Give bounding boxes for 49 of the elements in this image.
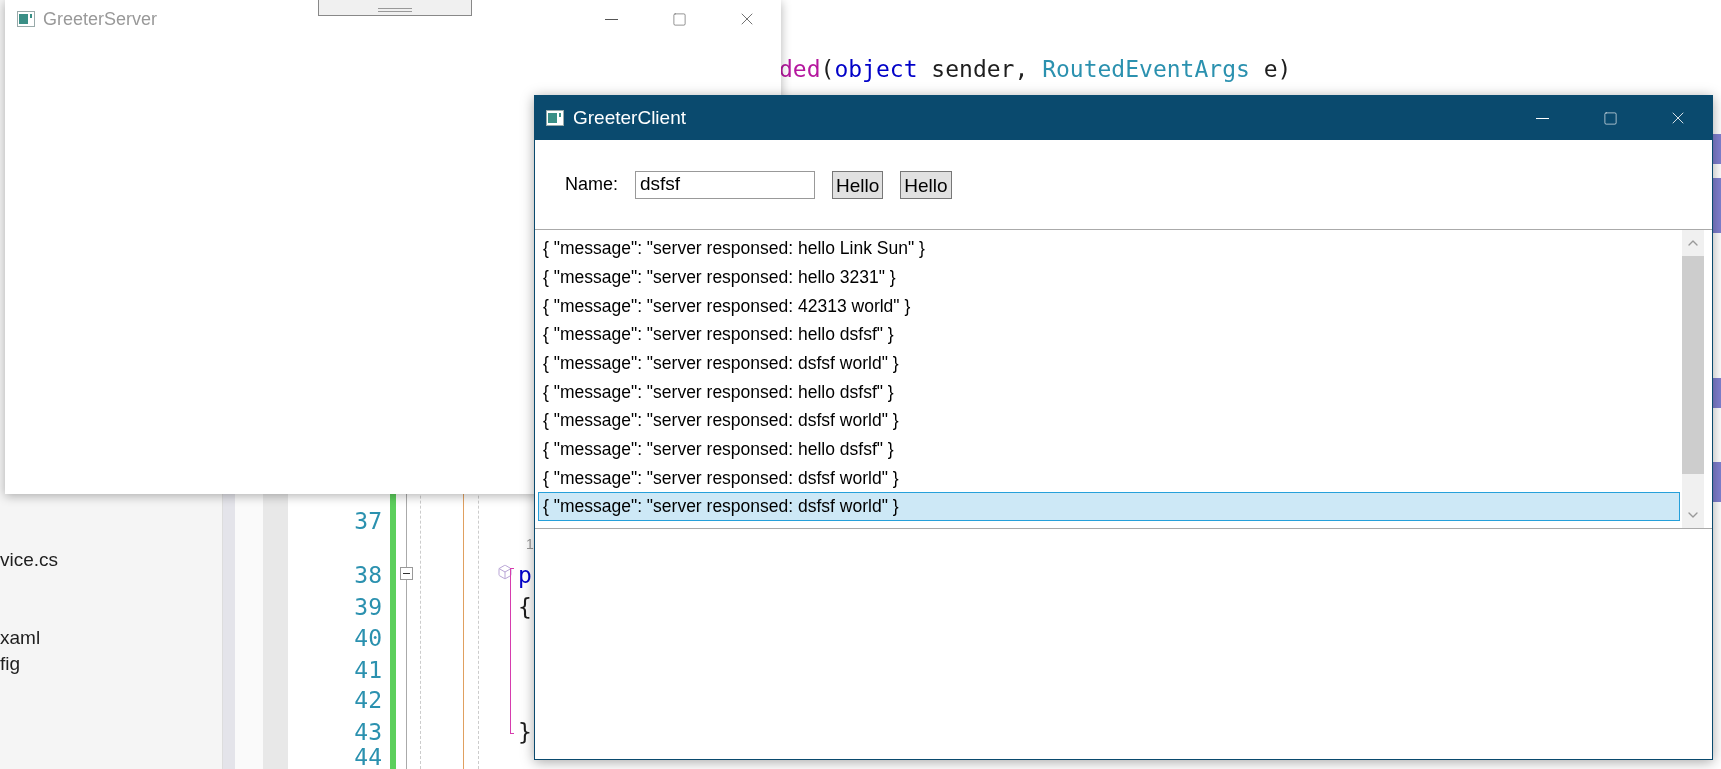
code-line: ded(object sender, RoutedEventArgs e) xyxy=(779,55,1292,84)
scroll-marker xyxy=(1713,134,1721,164)
message-item[interactable]: { "message": "server responsed: dsfsf world" } xyxy=(538,492,1680,521)
collapse-icon[interactable] xyxy=(400,567,413,580)
line-number: 42 xyxy=(353,687,382,713)
name-label: Name: xyxy=(565,173,618,196)
panel-splitter[interactable] xyxy=(223,494,235,769)
scroll-marker xyxy=(1713,378,1721,408)
name-field[interactable]: dsfsf xyxy=(635,170,815,199)
debug-toolbar[interactable] xyxy=(318,0,472,16)
scroll-thumb[interactable] xyxy=(1682,256,1704,474)
message-item[interactable]: { "message": "server responsed: dsfsf world" } xyxy=(538,463,1680,493)
maximize-icon xyxy=(671,11,687,27)
line-number: 40 xyxy=(353,625,382,651)
message-item[interactable]: { "message": "server responsed: dsfsf world" } xyxy=(538,348,1680,378)
line-number: 39 xyxy=(353,594,382,620)
code-text: } xyxy=(518,719,532,745)
minimize-icon xyxy=(604,18,618,20)
line-number: 41 xyxy=(353,657,382,683)
scroll-marker xyxy=(1713,462,1721,502)
minimize-icon xyxy=(1535,117,1549,119)
window-title: GreeterClient xyxy=(573,105,686,130)
message-item[interactable]: { "message": "server responsed: hello dsfsf" } xyxy=(538,377,1680,407)
message-item[interactable]: { "message": "server responsed: hello dsfsf" } xyxy=(538,434,1680,464)
line-number: 38 xyxy=(353,562,382,588)
message-item[interactable]: { "message": "server responsed: hello 3231" } xyxy=(538,262,1680,292)
window-title: GreeterServer xyxy=(43,7,158,31)
grip-icon xyxy=(378,8,412,12)
hello-button[interactable]: Hello xyxy=(900,170,952,199)
cube-icon xyxy=(497,564,513,580)
explorer-item[interactable]: xaml xyxy=(0,624,41,653)
line-number: 44 xyxy=(353,744,382,769)
message-item[interactable]: { "message": "server responsed: dsfsf world" } xyxy=(538,406,1680,435)
line-number: 43 xyxy=(353,719,382,745)
explorer-item[interactable]: vice.cs xyxy=(0,546,59,575)
message-item[interactable]: { "message": "server responsed: 42313 world" } xyxy=(538,291,1680,321)
message-item[interactable]: { "message": "server responsed: hello Link Sun" } xyxy=(538,234,1680,263)
app-icon xyxy=(17,11,35,27)
message-item[interactable]: { "message": "server responsed: hello dsfsf" } xyxy=(538,320,1680,349)
hello-button[interactable]: Hello xyxy=(832,170,884,199)
codelens-count: 1 xyxy=(526,535,534,554)
line-number: 37 xyxy=(353,508,382,534)
scrollbar[interactable] xyxy=(1682,230,1704,528)
maximize-icon xyxy=(1602,110,1618,126)
code-text: p xyxy=(518,562,532,588)
scroll-marker xyxy=(1713,178,1721,233)
app-icon xyxy=(546,110,564,126)
explorer-item[interactable]: fig xyxy=(0,650,21,679)
code-text: { xyxy=(518,594,532,620)
